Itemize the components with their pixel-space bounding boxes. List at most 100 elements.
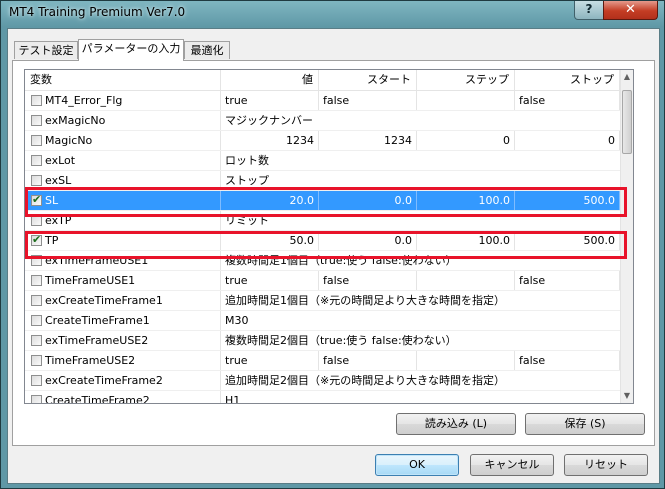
parameter-value-cell[interactable]: 1234 [221,131,319,150]
table-row[interactable]: exTimeFrameUSE1 複数時間足1個目（true:使う false:使わ… [25,251,633,271]
parameter-start-cell[interactable] [319,331,417,350]
parameter-start-cell[interactable] [319,251,417,270]
parameter-stop-cell[interactable] [515,111,620,130]
parameter-step-cell[interactable] [417,351,515,370]
parameter-step-cell[interactable] [417,331,515,350]
cancel-button[interactable]: キャンセル [470,454,554,476]
parameter-stop-cell[interactable] [515,211,620,230]
parameter-value-cell[interactable]: true [221,91,319,110]
parameter-value-cell[interactable]: true [221,271,319,290]
table-row[interactable]: TP50.00.0100.0500.0 [25,231,633,251]
column-header-value[interactable]: 値 [221,70,319,90]
parameter-step-cell[interactable] [417,251,515,270]
parameter-step-cell[interactable] [417,311,515,330]
tab-optimization[interactable]: 最適化 [184,41,230,59]
parameter-start-cell[interactable] [319,151,417,170]
parameter-step-cell[interactable]: 100.0 [417,191,515,210]
parameter-start-cell[interactable] [319,311,417,330]
table-row[interactable]: exSL ストップ [25,171,633,191]
tab-parameter-input[interactable]: パラメーターの入力 [78,39,184,61]
parameter-name: CreateTimeFrame1 [41,311,221,330]
parameter-step-cell[interactable] [417,151,515,170]
parameter-name: exLot [41,151,221,170]
parameter-start-cell[interactable]: 0.0 [319,191,417,210]
parameter-start-cell[interactable]: false [319,91,417,110]
scroll-thumb[interactable] [622,90,632,154]
parameter-start-cell[interactable] [319,111,417,130]
parameter-stop-cell[interactable]: 500.0 [515,231,620,250]
parameter-step-cell[interactable] [417,291,515,310]
parameter-stop-cell[interactable]: 500.0 [515,191,620,210]
parameter-name: exCreateTimeFrame1 [41,291,221,310]
parameter-step-cell[interactable] [417,371,515,390]
grid-header: 変数 値 スタート ステップ ストップ [25,70,633,91]
ok-button[interactable]: OK [375,454,459,476]
parameter-value-cell[interactable]: 50.0 [221,231,319,250]
parameter-value-cell[interactable]: 20.0 [221,191,319,210]
parameter-name: exMagicNo [41,111,221,130]
table-row[interactable]: TimeFrameUSE1 true false false [25,271,633,291]
parameter-stop-cell[interactable]: false [515,351,620,370]
parameter-step-cell[interactable] [417,211,515,230]
parameter-stop-cell[interactable] [515,391,620,403]
save-button[interactable]: 保存 (S) [525,413,645,435]
parameter-step-cell[interactable] [417,391,515,403]
table-row[interactable]: exCreateTimeFrame2 追加時間足2個目（※元の時間足より大きな時間… [25,371,633,391]
parameter-start-cell[interactable]: 0.0 [319,231,417,250]
parameter-step-cell[interactable] [417,171,515,190]
parameter-step-cell[interactable]: 0 [417,131,515,150]
table-row[interactable]: exTimeFrameUSE2 複数時間足2個目（true:使う false:使わ… [25,331,633,351]
load-button[interactable]: 読み込み (L) [396,413,516,435]
parameter-value-cell[interactable]: true [221,351,319,370]
table-row[interactable]: exTP リミット [25,211,633,231]
help-button[interactable]: ? [574,1,604,20]
parameter-step-cell[interactable] [417,111,515,130]
parameter-name: exTimeFrameUSE1 [41,251,221,270]
parameter-start-cell[interactable] [319,211,417,230]
parameter-step-cell[interactable]: 100.0 [417,231,515,250]
vertical-scrollbar[interactable]: ▲ ▼ [620,70,633,403]
parameter-stop-cell[interactable] [515,311,620,330]
reset-button[interactable]: リセット [564,454,648,476]
window-title: MT4 Training Premium Ver7.0 [9,5,186,19]
parameter-start-cell[interactable]: false [319,351,417,370]
parameter-panel: 変数 値 スタート ステップ ストップ MT4_Error_Flg true fal… [12,60,655,446]
parameter-stop-cell[interactable]: false [515,91,620,110]
title-bar[interactable]: MT4 Training Premium Ver7.0 ? ✕ [1,1,664,25]
column-header-stop[interactable]: ストップ [515,70,620,90]
parameter-start-cell[interactable] [319,171,417,190]
parameter-stop-cell[interactable] [515,291,620,310]
table-row[interactable]: TimeFrameUSE2 true false false [25,351,633,371]
scroll-up-arrow-icon[interactable]: ▲ [621,70,633,84]
parameter-step-cell[interactable] [417,91,515,110]
table-row[interactable]: MT4_Error_Flg true false false [25,91,633,111]
parameter-stop-cell[interactable] [515,171,620,190]
parameter-start-cell[interactable] [319,371,417,390]
parameter-stop-cell[interactable]: 0 [515,131,620,150]
parameter-start-cell[interactable] [319,391,417,403]
parameter-stop-cell[interactable] [515,331,620,350]
table-row[interactable]: exCreateTimeFrame1 追加時間足1個目（※元の時間足より大きな時間… [25,291,633,311]
parameter-name: MT4_Error_Flg [41,91,221,110]
tab-test-settings[interactable]: テスト設定 [14,41,78,59]
table-row[interactable]: CreateTimeFrame2 H1 [25,391,633,403]
table-row[interactable]: exLot ロット数 [25,151,633,171]
table-row[interactable]: CreateTimeFrame1 M30 [25,311,633,331]
parameter-name: TimeFrameUSE1 [41,271,221,290]
column-header-variable[interactable]: 変数 [25,70,221,90]
column-header-start[interactable]: スタート [319,70,417,90]
column-header-step[interactable]: ステップ [417,70,515,90]
parameter-start-cell[interactable]: 1234 [319,131,417,150]
parameter-start-cell[interactable] [319,291,417,310]
parameter-stop-cell[interactable]: false [515,271,620,290]
table-row[interactable]: exMagicNo マジックナンバー [25,111,633,131]
scroll-down-arrow-icon[interactable]: ▼ [621,389,633,403]
parameter-stop-cell[interactable] [515,251,620,270]
parameter-start-cell[interactable]: false [319,271,417,290]
table-row[interactable]: SL20.00.0100.0500.0 [25,191,633,211]
table-row[interactable]: MagicNo 1234 1234 0 0 [25,131,633,151]
parameter-step-cell[interactable] [417,271,515,290]
close-button[interactable]: ✕ [603,1,658,20]
parameter-stop-cell[interactable] [515,151,620,170]
parameter-stop-cell[interactable] [515,371,620,390]
